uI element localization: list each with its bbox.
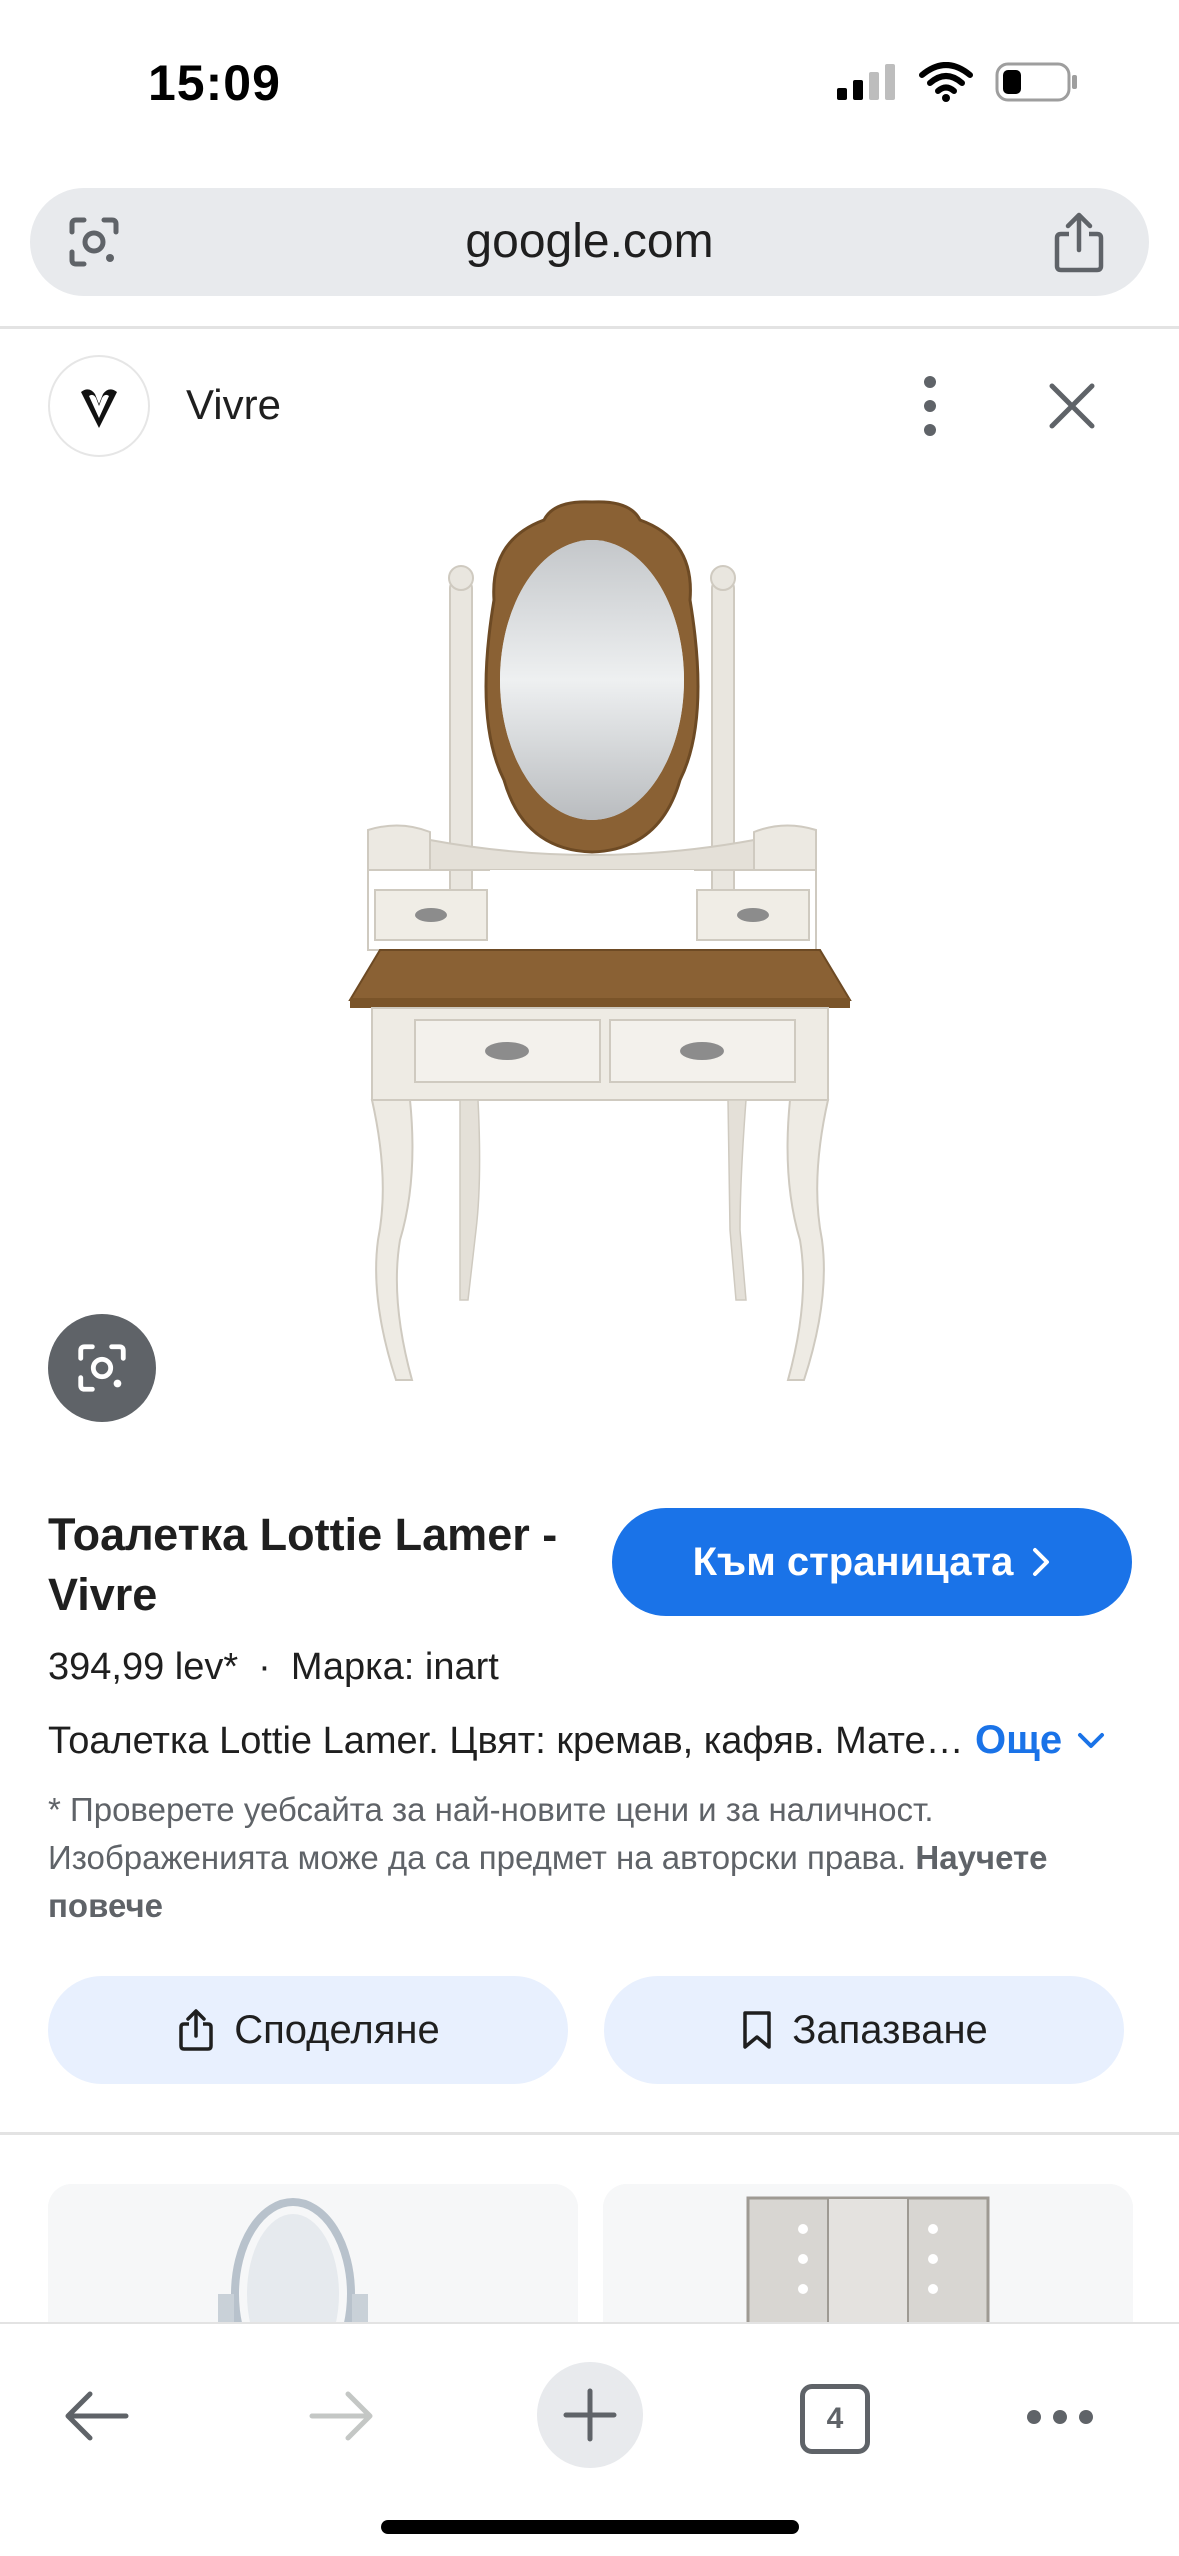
google-lens-icon [78, 1344, 126, 1392]
save-button[interactable]: Запазване [604, 1976, 1124, 2084]
brand: Марка: inart [290, 1646, 499, 1688]
cellular-signal-icon [837, 64, 895, 100]
close-icon[interactable] [1040, 374, 1104, 438]
separator: · [258, 1646, 271, 1688]
site-logo[interactable] [48, 355, 150, 457]
battery-icon [995, 62, 1077, 102]
address-bar[interactable]: google.com [30, 188, 1149, 296]
plus-icon [563, 2388, 617, 2442]
share-label: Споделяне [234, 2007, 440, 2052]
price-line: 394,99 lev* · Марка: inart [48, 1646, 499, 1689]
new-tab-button[interactable] [537, 2362, 643, 2468]
status-icons [837, 62, 1079, 102]
forward-arrow-icon[interactable] [306, 2386, 378, 2446]
url-text[interactable]: google.com [30, 214, 1149, 269]
share-button[interactable]: Споделяне [48, 1976, 568, 2084]
bookmark-icon [743, 2011, 771, 2049]
visit-page-label: Към страницата [692, 1539, 1014, 1584]
product-description: Тоалетка Lottie Lamer. Цвят: кремав, каф… [48, 1720, 968, 1762]
divider [0, 326, 1179, 329]
more-label: Още [975, 1718, 1063, 1762]
related-result-card[interactable] [603, 2184, 1133, 2324]
product-image[interactable] [300, 480, 900, 1450]
product-title[interactable]: Тоалетка Lottie Lamer - Vivre [48, 1505, 568, 1625]
tab-switcher-button[interactable]: 4 [800, 2384, 870, 2454]
status-time: 15:09 [148, 55, 281, 111]
image-search-button[interactable] [48, 1314, 156, 1422]
related-result-card[interactable] [48, 2184, 578, 2324]
back-arrow-icon[interactable] [60, 2386, 132, 2446]
chevron-right-icon [1033, 1548, 1050, 1576]
share-icon[interactable] [1049, 210, 1109, 274]
visit-page-button[interactable]: Към страницата [612, 1508, 1132, 1616]
disclaimer-text: * Проверете уебсайта за най-новите цени … [48, 1791, 934, 1876]
wifi-icon [919, 62, 973, 102]
more-horizontal-icon[interactable] [1024, 2402, 1096, 2432]
save-label: Запазване [792, 2007, 988, 2052]
related-result-image [48, 2184, 578, 2324]
status-bar: 15:09 [0, 0, 1179, 170]
home-indicator [381, 2520, 799, 2534]
tab-count: 4 [826, 2402, 844, 2435]
vivre-logo-icon [81, 389, 117, 428]
divider [0, 2132, 1179, 2135]
disclaimer: * Проверете уебсайта за най-новите цени … [48, 1786, 1138, 1930]
more-options-icon[interactable] [910, 372, 950, 440]
more-button[interactable]: Още [975, 1718, 1106, 1763]
bottom-toolbar: 4 [0, 2322, 1179, 2556]
share-icon [179, 2009, 213, 2051]
chevron-down-icon [1078, 1732, 1105, 1748]
related-result-image [603, 2184, 1133, 2324]
price: 394,99 lev* [48, 1646, 239, 1688]
site-name[interactable]: Vivre [186, 381, 281, 429]
